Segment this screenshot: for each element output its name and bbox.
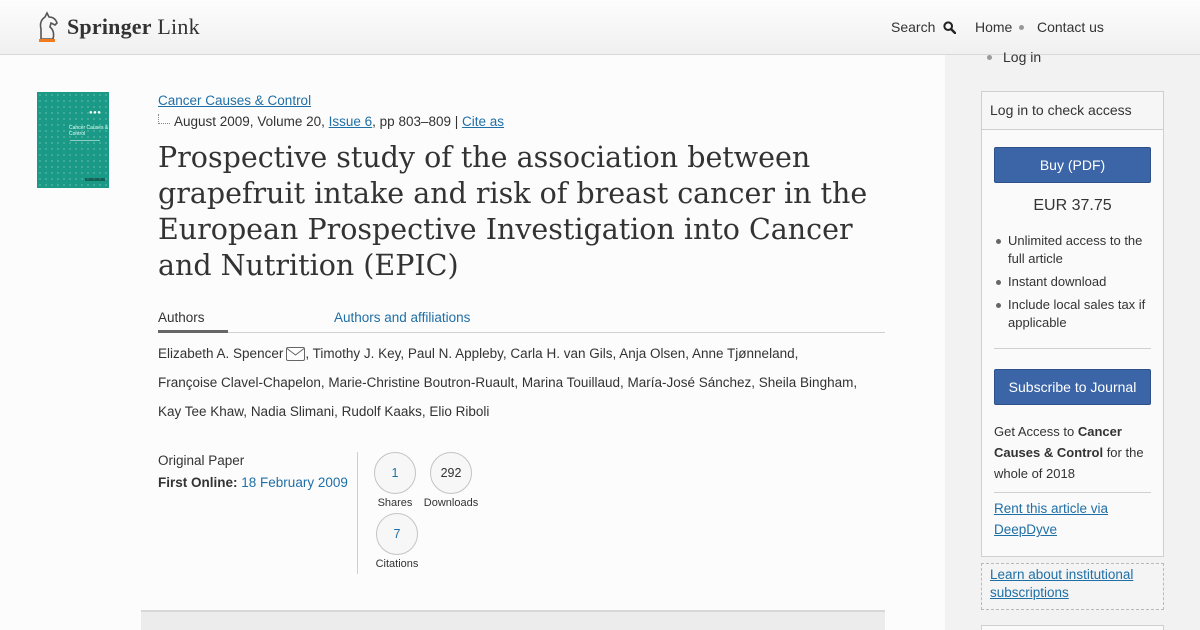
- institutional-subscriptions-link[interactable]: Learn about institutional subscriptions: [981, 563, 1164, 610]
- author-list-line: Elizabeth A. Spencer , Timothy J. Key, P…: [158, 346, 798, 361]
- benefits-list: Unlimited access to the full article Ins…: [994, 232, 1154, 337]
- subscribe-journal-button[interactable]: Subscribe to Journal: [994, 369, 1151, 405]
- search-icon: [943, 20, 957, 34]
- author-list-line[interactable]: Kay Tee Khaw, Nadia Slimani, Rudolf Kaak…: [158, 404, 489, 419]
- search-button[interactable]: Search: [891, 19, 957, 35]
- nav-home-link[interactable]: Home: [975, 19, 1012, 35]
- journal-access-text: Get Access to Cancer Causes & Control fo…: [994, 424, 1144, 481]
- horse-logo-icon: [39, 11, 58, 42]
- buy-pdf-button[interactable]: Buy (PDF): [994, 147, 1151, 183]
- benefit-item: Include local sales tax if applicable: [994, 296, 1154, 332]
- purchase-panel: Log in to check access Buy (PDF) EUR 37.…: [981, 91, 1164, 557]
- journal-link[interactable]: Cancer Causes & Control: [158, 93, 311, 108]
- citations-metric[interactable]: 7: [376, 513, 418, 555]
- springer-link-logo[interactable]: Springer Link: [35, 11, 200, 43]
- cover-journal-title: Cancer Causes & Control: [69, 125, 109, 137]
- article-title: Prospective study of the association bet…: [158, 141, 868, 282]
- nav-contact-link[interactable]: Contact us: [1037, 19, 1104, 35]
- divider: [994, 492, 1151, 493]
- cite-as-link[interactable]: Cite as: [462, 114, 504, 129]
- downloads-label: Downloads: [423, 497, 479, 509]
- nav-login-bullet: [987, 55, 992, 60]
- author-tabs: Authors Authors and affiliations: [158, 308, 885, 333]
- metrics-divider: [357, 452, 358, 574]
- issue-link[interactable]: Issue 6: [329, 114, 373, 129]
- email-icon[interactable]: [286, 347, 306, 361]
- nav-login-link[interactable]: Log in: [1003, 49, 1041, 65]
- access-heading: Log in to check access: [982, 92, 1163, 130]
- site-header: Springer Link Search Home Contact us: [0, 0, 1200, 55]
- article-price: EUR 37.75: [1033, 197, 1112, 214]
- article-section-bar: [141, 610, 885, 630]
- publication-meta: August 2009, Volume 20, Issue 6, pp 803–…: [158, 114, 504, 129]
- search-label: Search: [891, 19, 936, 35]
- paper-type: Original Paper: [158, 453, 245, 468]
- first-online-date: 18 February 2009: [241, 475, 348, 490]
- logo-wordmark: Springer Link: [67, 14, 200, 39]
- author-list-line[interactable]: Françoise Clavel-Chapelon, Marie-Christi…: [158, 375, 857, 390]
- first-online: First Online: 18 February 2009: [158, 475, 348, 490]
- cover-publisher-mark: ●●●: [89, 110, 102, 116]
- downloads-metric: 292: [430, 452, 472, 494]
- journal-cover-image[interactable]: ●●● Cancer Causes & Control: [37, 92, 109, 188]
- active-tab-indicator: [158, 330, 228, 333]
- nav-separator-dot: [1019, 25, 1024, 30]
- deepdyve-rent-link[interactable]: Rent this article via DeepDyve: [994, 498, 1154, 540]
- author-names[interactable]: , Timothy J. Key, Paul N. Appleby, Carla…: [305, 346, 798, 361]
- divider: [994, 348, 1151, 349]
- shares-metric[interactable]: 1: [374, 452, 416, 494]
- benefit-item: Instant download: [994, 273, 1154, 291]
- benefit-item: Unlimited access to the full article: [994, 232, 1154, 268]
- citations-label: Citations: [375, 558, 419, 570]
- next-panel: [981, 625, 1164, 630]
- tab-authors-affiliations[interactable]: Authors and affiliations: [334, 310, 470, 325]
- tab-authors[interactable]: Authors: [158, 310, 205, 325]
- author-name[interactable]: Elizabeth A. Spencer: [158, 346, 283, 361]
- tree-connector: [158, 114, 170, 124]
